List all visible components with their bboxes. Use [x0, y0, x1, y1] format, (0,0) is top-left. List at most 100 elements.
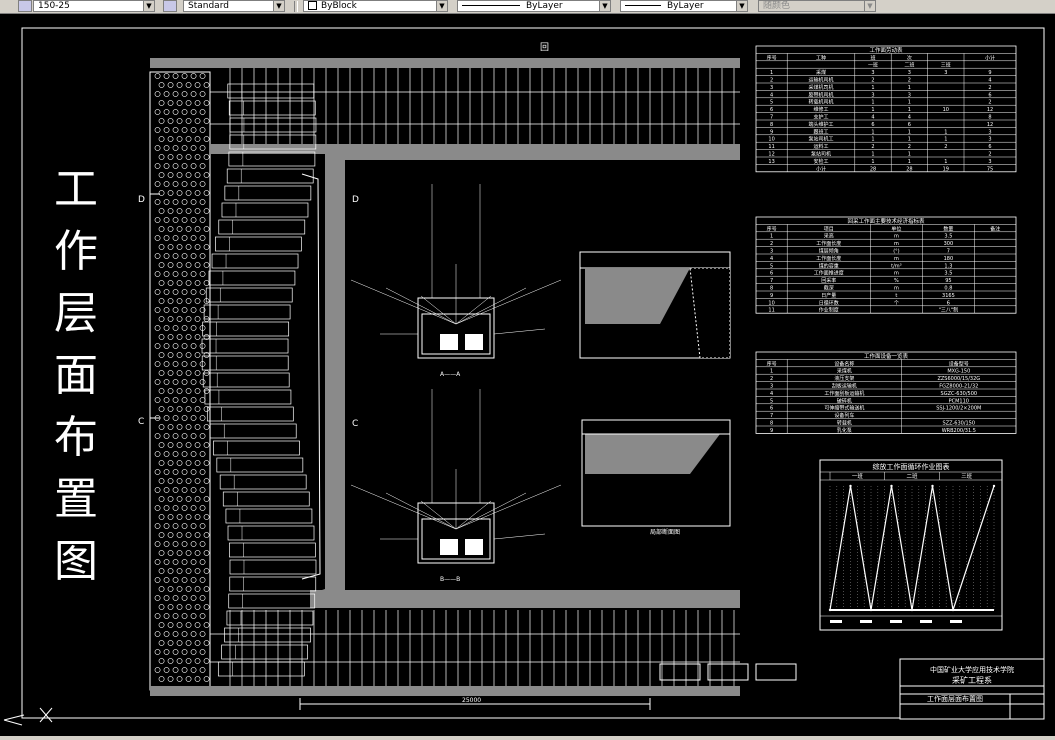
table-cell: 10: [768, 137, 774, 143]
table-cell: 运料工: [813, 143, 828, 150]
section-mark: C: [352, 419, 358, 429]
title-char: 面: [54, 350, 98, 401]
toolbar-separator: [294, 1, 298, 12]
table-cell: 胶带机司机: [808, 91, 833, 98]
table-cell: 1: [871, 137, 874, 143]
support-unit: [229, 117, 317, 133]
table-cell: 1: [871, 100, 874, 106]
support-unit: [221, 202, 309, 218]
table-cell: 2: [988, 152, 991, 158]
ucs-icon: [3, 707, 53, 726]
table-cell: 7: [770, 413, 773, 419]
table-cell: 液压支架: [834, 375, 854, 382]
lineweight-value: ByLayer: [667, 1, 704, 11]
table-cell: SZZ-630/150: [943, 421, 976, 427]
table-cell: 6: [988, 144, 991, 150]
table-cell: 11: [768, 144, 774, 150]
table-cell: 采煤机: [837, 368, 852, 375]
color-select[interactable]: ByBlock ▼: [303, 0, 448, 12]
title-char: 置: [54, 474, 98, 525]
table-cell: 1: [871, 159, 874, 165]
dim-text: 25000: [462, 697, 481, 704]
title-char: 图: [54, 536, 98, 587]
table-cell: PCM110: [949, 398, 969, 404]
table-cell: t/m³: [891, 263, 902, 269]
table-subheader: 一班: [868, 62, 878, 69]
tb-dept: 采矿工程系: [952, 675, 992, 685]
table-cell: 个: [894, 300, 899, 306]
table-cell: 3.5: [944, 234, 952, 240]
table-cell: 2: [770, 78, 773, 84]
table-cell: 3: [988, 159, 991, 165]
table-header: 序号: [767, 225, 777, 232]
table-cell: FGZ8000-21/32: [939, 384, 978, 390]
table-cell: 截深: [824, 285, 834, 292]
table-cell: 8: [770, 286, 773, 292]
tb-school: 中国矿业大学应用技术学院: [930, 665, 1014, 674]
chevron-down-icon: ▼: [599, 1, 610, 11]
drawing-canvas[interactable]: 工作层面布置图 D D C C 回 A——AB——B 局部断面图 25000 工…: [0, 14, 1055, 736]
table-cell: 1: [908, 152, 911, 158]
table-cell: 工作面长度: [816, 240, 841, 247]
chevron-down-icon: ▼: [273, 1, 284, 11]
shift-label: 一班: [852, 472, 864, 480]
table-cell: 75: [987, 166, 993, 172]
command-line-strip[interactable]: [0, 736, 1055, 740]
title-char: 工: [54, 164, 98, 215]
profile-view-upper: [579, 251, 731, 359]
support-unit: [229, 542, 316, 558]
table-cell: 10: [768, 300, 774, 306]
support-unit: [224, 185, 312, 201]
support-unit: [205, 287, 293, 303]
headgate-roadway: [150, 58, 740, 154]
table-cell: 采煤机司机: [808, 84, 833, 91]
support-unit: [226, 168, 314, 184]
table-cell: 1.3: [944, 263, 952, 269]
support-unit: [219, 474, 307, 490]
table-cell: %: [894, 278, 899, 284]
section-mark: C: [138, 417, 144, 427]
dimstyle-select[interactable]: 150-25 ▼: [33, 0, 155, 12]
goaf-zone: [149, 71, 211, 691]
table-cell: 7: [770, 278, 773, 284]
table-cell: 日产量: [821, 292, 836, 299]
chevron-down-icon: ▼: [736, 1, 747, 11]
table-cell: 13: [768, 159, 774, 165]
table-cell: 3: [871, 92, 874, 98]
table-cell: m: [894, 286, 899, 292]
table-cell: 2: [871, 144, 874, 150]
table-cell: 10: [943, 107, 949, 113]
table-cell: 12: [987, 122, 993, 128]
table-cell: 5: [770, 100, 773, 106]
dimstyle-manager-icon[interactable]: [18, 0, 32, 12]
table-cell: 1: [944, 137, 947, 143]
textstyle-manager-icon[interactable]: [163, 0, 177, 12]
table-cell: SSJ-1200/2×200M: [936, 406, 981, 412]
table-cell: 2: [871, 78, 874, 84]
support-unit: [222, 491, 310, 507]
table-cell: 3: [988, 129, 991, 135]
section-label: A——A: [440, 371, 461, 378]
table-cell: 跟班工: [813, 128, 828, 135]
linetype-select[interactable]: ByLayer ▼: [457, 0, 611, 12]
table-cell: 2: [908, 144, 911, 150]
chevron-down-icon: ▼: [864, 1, 875, 11]
table-cell: 4: [770, 391, 773, 397]
table-cell: t: [895, 293, 897, 299]
table-cell: 6: [770, 107, 773, 113]
table-cell: 5: [770, 263, 773, 269]
support-unit: [225, 508, 313, 524]
table-cell: 6: [908, 122, 911, 128]
title-char: 层: [54, 288, 98, 339]
lineweight-select[interactable]: ByLayer ▼: [620, 0, 748, 12]
table-header: 次: [907, 54, 912, 61]
dimstyle-value: 150-25: [38, 1, 70, 11]
textstyle-select[interactable]: Standard ▼: [183, 0, 285, 12]
table-cell: SGZC-630/500: [941, 391, 978, 397]
section-mark: D: [138, 195, 145, 205]
table-cell: 6: [770, 406, 773, 412]
table-cell: 3165: [942, 293, 955, 299]
table-cell: 1: [908, 159, 911, 165]
table-cell: 5: [770, 398, 773, 404]
table-cell: 1: [871, 107, 874, 113]
